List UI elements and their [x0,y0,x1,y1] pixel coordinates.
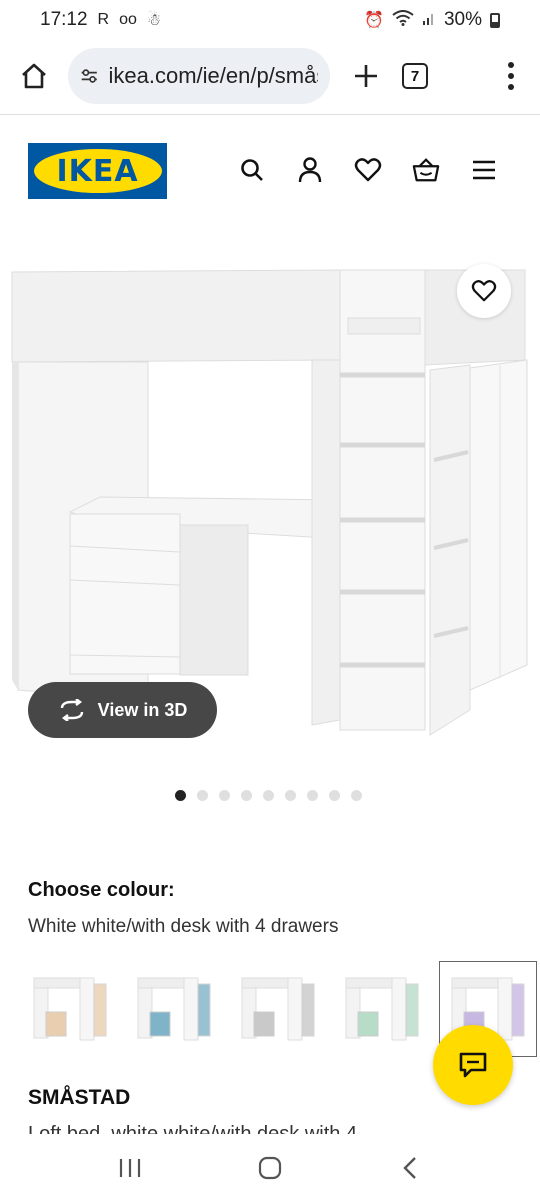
product-image[interactable] [0,250,540,750]
carousel-dot[interactable] [351,790,362,801]
loft-bed-illustration [11,269,528,736]
favourites-button[interactable] [354,156,382,184]
basket-icon [412,158,440,182]
status-bar: 17:12 R oo ☃ ⏰ 30% [0,0,540,40]
battery-percent: 30% [443,9,482,30]
carousel-dot[interactable] [285,790,296,801]
wifi-icon [392,9,414,31]
hamburger-icon [473,160,495,180]
person-icon [298,157,322,183]
view-in-3d-label: View in 3D [97,699,188,720]
carousel-dot[interactable] [241,790,252,801]
clock: 17:12 [40,9,88,30]
site-header: IKEA [0,140,540,202]
system-navigation-bar [0,1136,540,1200]
basket-button[interactable] [412,156,440,184]
colour-swatch[interactable] [340,962,424,1056]
carousel-dot[interactable] [197,790,208,801]
product-description: Loft bed, white white/with desk with 4 [28,1123,358,1134]
carousel-dot[interactable] [175,790,186,801]
tab-switcher-button[interactable]: 7 [402,63,428,89]
choose-colour-heading: Choose colour: [28,879,175,901]
snowman-icon: ☃ [146,12,162,29]
home-circle-icon [258,1156,282,1180]
plus-icon [355,65,377,87]
back-chevron-icon [403,1157,416,1179]
new-tab-button[interactable] [344,54,388,98]
ikea-logo[interactable]: IKEA [28,143,167,199]
alarm-icon: ⏰ [364,12,384,29]
url-text: ikea.com/ie/en/p/småstad [108,63,318,88]
site-settings-icon[interactable] [80,66,98,86]
search-icon [241,159,263,181]
heart-icon [471,280,497,302]
back-button[interactable] [390,1148,430,1188]
account-button[interactable] [296,156,324,184]
voicemail-icon: oo [119,11,137,28]
colour-swatch[interactable] [28,962,112,1056]
carousel-dot[interactable] [329,790,340,801]
battery-icon [490,12,500,28]
view-in-3d-button[interactable]: View in 3D [28,682,217,738]
browser-toolbar: ikea.com/ie/en/p/småstad 7 [0,44,540,108]
recents-icon [119,1159,141,1177]
colour-swatch[interactable] [132,962,216,1056]
selected-colour-text: White white/with desk with 4 drawers [28,916,339,937]
search-button[interactable] [238,156,266,184]
chat-button[interactable] [433,1025,513,1105]
toolbar-divider [0,114,540,115]
product-name: SMÅSTAD [28,1086,131,1109]
r-icon: R [97,11,110,28]
add-to-favourites-button[interactable] [457,264,511,318]
home-nav-button[interactable] [250,1148,290,1188]
heart-icon [354,158,382,182]
colour-swatch[interactable] [236,962,320,1056]
address-bar[interactable]: ikea.com/ie/en/p/småstad [68,48,330,104]
image-carousel-dots [175,790,362,801]
home-icon [22,63,46,89]
browser-menu-button[interactable] [496,54,526,98]
menu-button[interactable] [470,156,498,184]
rotate-3d-icon [60,699,83,721]
carousel-dot[interactable] [263,790,274,801]
logo-text: IKEA [56,153,139,189]
recent-apps-button[interactable] [110,1148,150,1188]
signal-icon [422,11,436,30]
chat-icon [459,1052,487,1078]
carousel-dot[interactable] [219,790,230,801]
home-button[interactable] [14,56,54,96]
carousel-dot[interactable] [307,790,318,801]
